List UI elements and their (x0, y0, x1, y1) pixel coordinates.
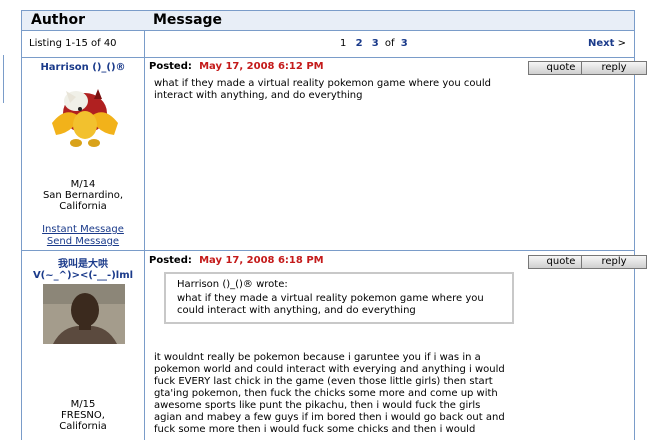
author-column-header: Author (31, 12, 85, 28)
posted-label: Posted: (149, 255, 192, 266)
author-city: FRESNO, (61, 410, 105, 421)
column-divider (144, 10, 145, 440)
author-details-1: M/14 San Bernardino, California (22, 179, 144, 212)
quote-author: Harrison ()_()® wrote: (177, 279, 288, 290)
post-message-2: it wouldnt really be pokemon because i g… (154, 352, 505, 435)
post-date: May 17, 2008 6:18 PM (199, 255, 324, 266)
table-header: Author Message (22, 10, 634, 30)
author-name-link[interactable]: Harrison ()_()® (22, 62, 144, 73)
author-name-link-line2[interactable]: V(~_^)><(-__-)lml (22, 270, 144, 281)
send-message-link[interactable]: Send Message (22, 236, 144, 248)
post-author-1: Harrison ()_()® (22, 62, 144, 73)
quoted-message-box: Harrison ()_()® wrote: what if they made… (164, 272, 514, 324)
header-divider (22, 30, 634, 31)
next-page-link[interactable]: Next (588, 38, 614, 49)
listing-divider (22, 57, 634, 58)
author-links-1: Instant Message Send Message (22, 224, 144, 248)
pagination-of-label: of (384, 38, 395, 49)
author-city: San Bernardino, (42, 190, 124, 201)
author-age-gender: M/14 (70, 179, 96, 190)
next-arrow-icon: > (617, 38, 626, 49)
reply-button[interactable]: reply (581, 61, 647, 75)
post-header-2: Posted: May 17, 2008 6:18 PM (149, 255, 324, 266)
post-message-1: what if they made a virtual reality poke… (154, 78, 491, 101)
post-divider (22, 250, 634, 251)
quote-text: what if they made a virtual reality poke… (177, 293, 484, 316)
author-details-2: M/15 FRESNO, California (22, 399, 144, 432)
page-link-2[interactable]: 2 (356, 38, 363, 49)
total-pages[interactable]: 3 (401, 38, 408, 49)
author-name-link[interactable]: 我叫是大哄 (22, 255, 144, 270)
author-age-gender: M/15 (70, 399, 96, 410)
page-link-3[interactable]: 3 (372, 38, 379, 49)
user-photo-avatar (43, 284, 125, 344)
post-author-2: 我叫是大哄 V(~_^)><(-__-)lml (22, 255, 144, 281)
page-link-1[interactable]: 1 (340, 38, 346, 49)
forum-thread-table: Author Message Listing 1-15 of 40 1 2 3 … (21, 10, 647, 440)
pokemon-avatar-image (52, 89, 118, 147)
instant-message-link[interactable]: Instant Message (22, 224, 144, 236)
next-page[interactable]: Next > (588, 38, 626, 49)
post-header-1: Posted: May 17, 2008 6:12 PM (149, 61, 324, 72)
post-date: May 17, 2008 6:12 PM (199, 61, 324, 72)
pagination: 1 2 3 of 3 (337, 38, 411, 49)
listing-count: Listing 1-15 of 40 (29, 38, 117, 49)
message-column-header: Message (153, 12, 223, 28)
left-edge-border (0, 55, 4, 103)
author-state: California (59, 201, 107, 212)
reply-button[interactable]: reply (581, 255, 647, 269)
posted-label: Posted: (149, 61, 192, 72)
author-state: California (59, 421, 107, 432)
